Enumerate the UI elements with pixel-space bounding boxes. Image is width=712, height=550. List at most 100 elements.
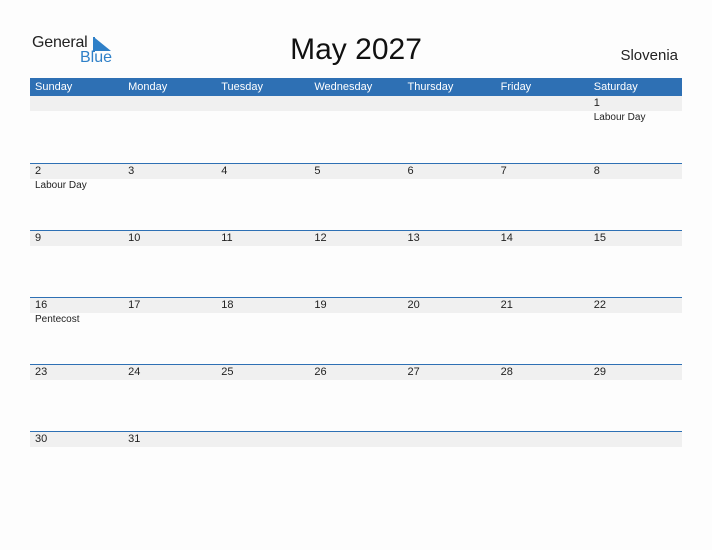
day-number: 10: [128, 232, 141, 244]
day-cell: 22: [589, 298, 682, 326]
day-number: 18: [221, 299, 234, 311]
day-cell: 1 Labour Day: [589, 96, 682, 124]
day-cell: [216, 432, 309, 447]
day-cell: [496, 96, 589, 124]
day-number: [408, 432, 496, 447]
day-cell: 5: [309, 164, 402, 192]
day-cell: 4: [216, 164, 309, 192]
day-cell: 12: [309, 231, 402, 246]
day-number: 22: [593, 299, 606, 311]
weekday-wednesday: Wednesday: [314, 81, 373, 93]
day-number: 12: [314, 232, 327, 244]
day-cell: [30, 96, 123, 124]
day-number: 29: [593, 366, 606, 378]
day-cell: 16 Pentecost: [30, 298, 123, 326]
week-row: 30 31: [30, 431, 682, 498]
day-cell: 21: [496, 298, 589, 326]
day-number: 19: [314, 299, 327, 311]
day-cell: 7: [496, 164, 589, 192]
day-number: 21: [500, 299, 513, 311]
day-number: 13: [407, 232, 420, 244]
day-cell: 30: [30, 432, 123, 447]
weekday-thursday: Thursday: [407, 81, 454, 93]
day-number: [35, 96, 123, 111]
day-number: 3: [128, 165, 135, 177]
day-cell: 20: [403, 298, 496, 326]
weekday-header: Sunday Monday Tuesday Wednesday Thursday Frid…: [30, 78, 682, 96]
day-cell: [589, 432, 682, 447]
week-row: 9 10 11 12 13 14 15: [30, 230, 682, 297]
day-cell: 24: [123, 365, 216, 380]
day-number: 14: [500, 232, 513, 244]
day-number: 23: [35, 366, 48, 378]
day-number: 30: [35, 433, 48, 445]
day-cell: 27: [403, 365, 496, 380]
day-cell: 28: [496, 365, 589, 380]
day-number: [408, 96, 496, 111]
day-cell: 29: [589, 365, 682, 380]
day-cell: [216, 96, 309, 124]
day-cell: [403, 96, 496, 124]
day-cell: [496, 432, 589, 447]
day-number: 15: [593, 232, 606, 244]
country-label: Slovenia: [620, 47, 678, 64]
day-cell: 18: [216, 298, 309, 326]
day-cell: 17: [123, 298, 216, 326]
day-number: 7: [500, 165, 507, 177]
day-number: [221, 96, 309, 111]
day-number: [128, 96, 216, 111]
day-number: [501, 432, 589, 447]
day-number: 9: [35, 232, 42, 244]
day-cell: 10: [123, 231, 216, 246]
day-number: 5: [314, 165, 321, 177]
day-number: [314, 432, 402, 447]
day-cell: 2 Labour Day: [30, 164, 123, 192]
day-number: 28: [500, 366, 513, 378]
weekday-monday: Monday: [128, 81, 168, 93]
week-row: 2 Labour Day 3 4 5 6 7 8: [30, 163, 682, 230]
day-number: 25: [221, 366, 234, 378]
day-number: [314, 96, 402, 111]
day-cell: 9: [30, 231, 123, 246]
day-number: 17: [128, 299, 141, 311]
day-cell: [403, 432, 496, 447]
day-cell: 8: [589, 164, 682, 192]
day-cell: 3: [123, 164, 216, 192]
day-number: [594, 432, 682, 447]
calendar-grid: Sunday Monday Tuesday Wednesday Thursday Frid…: [30, 78, 682, 498]
day-cell: 26: [309, 365, 402, 380]
day-number: 26: [314, 366, 327, 378]
day-number: 6: [407, 165, 414, 177]
week-row: 23 24 25 26 27 28 29: [30, 364, 682, 431]
day-number: 1: [593, 97, 600, 109]
holiday-label: Pentecost: [35, 314, 80, 325]
day-number: 16: [35, 299, 48, 311]
day-number: [501, 96, 589, 111]
day-cell: 31: [123, 432, 216, 447]
weekday-saturday: Saturday: [593, 81, 638, 93]
week-row: 1 Labour Day: [30, 96, 682, 163]
holiday-label: Labour Day: [593, 112, 646, 123]
day-number: 4: [221, 165, 228, 177]
holiday-label: Labour Day: [35, 180, 87, 191]
day-cell: 25: [216, 365, 309, 380]
day-number: 31: [128, 433, 141, 445]
week-row: 16 Pentecost 17 18 19 20 21 22: [30, 297, 682, 364]
day-cell: 14: [496, 231, 589, 246]
weekday-sunday: Sunday: [35, 81, 73, 93]
day-cell: 19: [309, 298, 402, 326]
day-cell: 23: [30, 365, 123, 380]
day-cell: 11: [216, 231, 309, 246]
day-cell: [309, 432, 402, 447]
day-cell: [309, 96, 402, 124]
page-title: May 2027: [290, 33, 422, 66]
weekday-friday: Friday: [500, 81, 532, 93]
day-number: 11: [221, 232, 233, 244]
day-number: [221, 432, 309, 447]
day-number: 24: [128, 366, 141, 378]
day-cell: 15: [589, 231, 682, 246]
day-cell: [123, 96, 216, 124]
day-number: 8: [593, 165, 600, 177]
weekday-tuesday: Tuesday: [221, 81, 264, 93]
day-number: 20: [407, 299, 420, 311]
